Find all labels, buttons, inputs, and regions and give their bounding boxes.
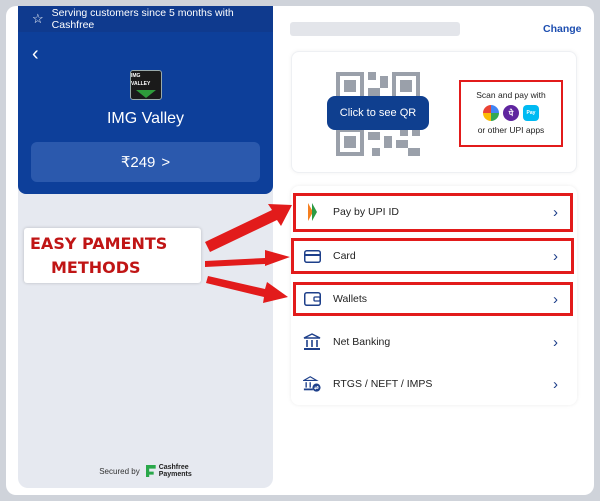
chevron-right-icon: › bbox=[553, 333, 558, 351]
cashfree-mark-icon bbox=[145, 465, 156, 477]
cashfree-brand-line2: Payments bbox=[158, 471, 192, 478]
highlight-wallets bbox=[293, 282, 573, 316]
amount-button[interactable]: ₹249 > bbox=[31, 142, 260, 182]
cashfree-brand-line1: Cashfree bbox=[158, 464, 189, 471]
logo-text: IMG VALLEY bbox=[131, 73, 151, 87]
highlight-upi-id bbox=[293, 193, 573, 232]
cashfree-logo: Cashfree Payments bbox=[145, 464, 192, 478]
secured-by-footer: Secured by Cashfree Payments bbox=[18, 464, 273, 478]
gpay-icon bbox=[483, 105, 499, 121]
merchant-logo: IMG VALLEY bbox=[130, 70, 162, 100]
upi-scan-text: Scan and pay with bbox=[476, 90, 546, 100]
banner-text: Serving customers since 5 months with Ca… bbox=[51, 7, 234, 31]
phonepe-icon: पे bbox=[503, 105, 519, 121]
back-chevron-icon[interactable]: ‹ bbox=[32, 44, 39, 64]
method-label: Net Banking bbox=[333, 336, 391, 348]
logo-mark bbox=[136, 90, 156, 98]
amount-value: ₹249 bbox=[120, 154, 156, 171]
annotation-callout: EASY PAMENTS METHODS bbox=[24, 228, 201, 283]
method-label: RTGS / NEFT / IMPS bbox=[333, 378, 433, 390]
highlight-card bbox=[291, 238, 574, 274]
method-net-banking[interactable]: Net Banking › bbox=[303, 327, 573, 357]
method-rtgs-neft-imps[interactable]: RTGS / NEFT / IMPS › bbox=[303, 369, 573, 399]
upi-apps-box: Scan and pay with पे Pay or other UPI ap… bbox=[459, 80, 563, 147]
star-icon: ☆ bbox=[32, 11, 44, 26]
show-qr-button[interactable]: Click to see QR bbox=[327, 96, 429, 130]
bank-icon bbox=[303, 333, 321, 351]
bank-transfer-icon bbox=[303, 375, 321, 393]
annotation-line1: EASY PAMENTS bbox=[30, 234, 168, 253]
trust-banner: ☆ Serving customers since 5 months with … bbox=[18, 6, 273, 32]
secured-by-text: Secured by bbox=[99, 466, 140, 476]
upi-other-apps-text: or other UPI apps bbox=[477, 125, 545, 135]
chevron-right-icon: › bbox=[553, 375, 558, 393]
merchant-card: ‹ IMG VALLEY IMG Valley ₹249 > bbox=[18, 32, 273, 194]
paytm-icon: Pay bbox=[523, 105, 539, 121]
blurred-contact-info bbox=[290, 22, 460, 36]
annotation-line2: METHODS bbox=[51, 258, 141, 277]
merchant-name: IMG Valley bbox=[106, 110, 185, 127]
change-link[interactable]: Change bbox=[543, 23, 582, 35]
chevron-right-icon: > bbox=[161, 153, 171, 171]
